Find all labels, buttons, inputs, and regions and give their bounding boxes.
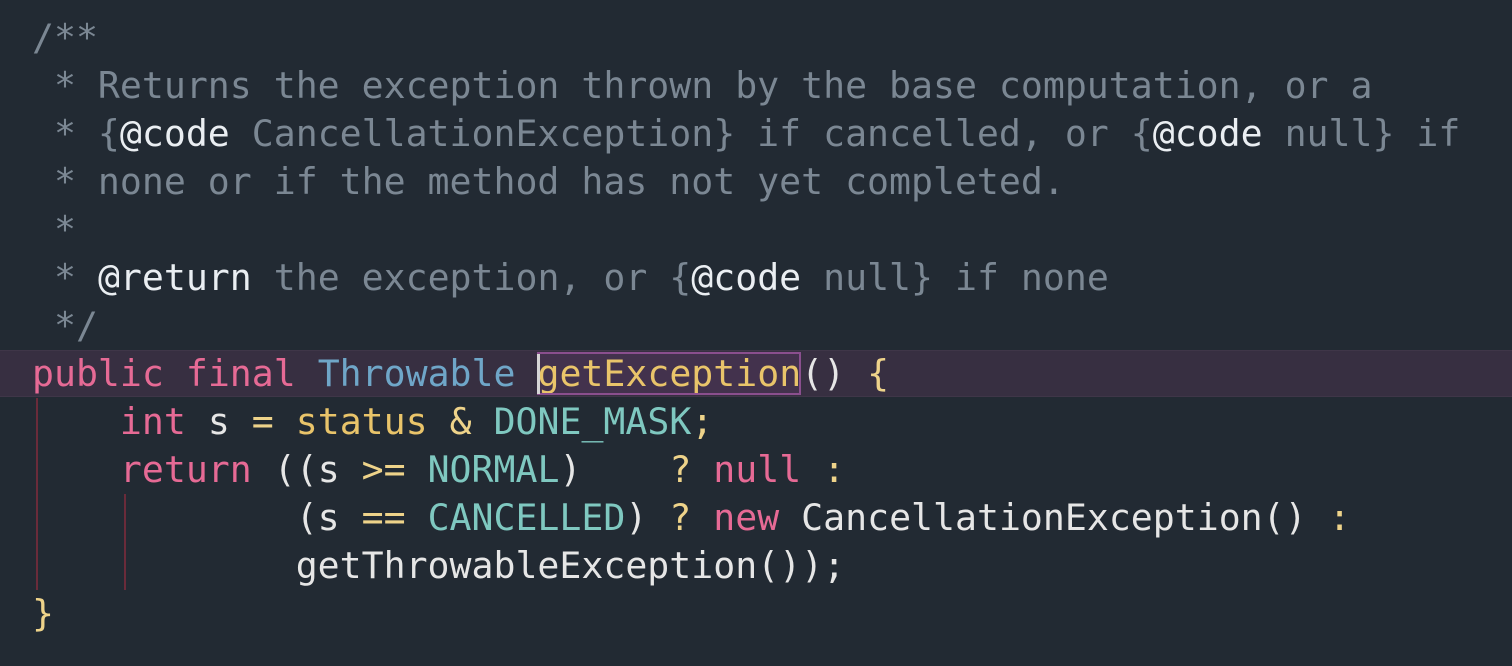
- code-token: /**: [32, 16, 98, 59]
- code-token: null} if: [1262, 112, 1461, 155]
- code-token: ((s: [251, 448, 362, 491]
- code-editor[interactable]: /** * Returns the exception thrown by th…: [0, 0, 1512, 666]
- code-line-current[interactable]: public final Throwable getException() {: [0, 350, 1512, 397]
- code-token: @code: [691, 256, 802, 299]
- highlighted-symbol: getException: [537, 352, 802, 395]
- code-text: * @return the exception, or {@code null}…: [32, 254, 1109, 302]
- code-line[interactable]: * Returns the exception thrown by the ba…: [0, 62, 1512, 110]
- code-token: * Returns the exception thrown by the ba…: [32, 64, 1373, 107]
- code-token: @code: [119, 112, 230, 155]
- indent-guide-outer: [36, 398, 38, 590]
- code-text: }: [32, 590, 54, 638]
- code-token: return: [119, 448, 252, 491]
- code-token: ?: [669, 496, 692, 539]
- code-token: status: [295, 400, 428, 443]
- code-token: final: [185, 352, 296, 395]
- code-token: new: [713, 496, 780, 539]
- code-token: &: [449, 400, 472, 443]
- code-text: return ((s >= NORMAL) ? null :: [32, 446, 845, 494]
- code-token: @code: [1152, 112, 1263, 155]
- code-line[interactable]: (s == CANCELLED) ? new CancellationExcep…: [0, 494, 1512, 542]
- code-line[interactable]: }: [0, 590, 1512, 638]
- code-text: * none or if the method has not yet comp…: [32, 158, 1065, 206]
- code-token: CancellationException(): [779, 496, 1329, 539]
- code-token: @return: [97, 256, 252, 299]
- code-token: ==: [361, 496, 406, 539]
- code-line[interactable]: getThrowableException());: [0, 542, 1512, 590]
- code-token: *: [32, 256, 98, 299]
- code-token: =: [251, 400, 274, 443]
- code-token: */: [32, 304, 98, 347]
- code-token: int: [119, 400, 186, 443]
- code-line[interactable]: /**: [0, 14, 1512, 62]
- code-token: NORMAL: [427, 448, 560, 491]
- code-token: (): [801, 352, 868, 395]
- code-line[interactable]: */: [0, 302, 1512, 350]
- code-token: s: [185, 400, 252, 443]
- code-token: the exception, or {: [251, 256, 692, 299]
- code-token: }: [32, 592, 54, 635]
- code-line[interactable]: int s = status & DONE_MASK;: [0, 398, 1512, 446]
- code-text: * Returns the exception thrown by the ba…: [32, 62, 1373, 110]
- code-token: public: [32, 352, 164, 395]
- code-text: public final Throwable getException() {: [32, 351, 889, 396]
- code-line[interactable]: * @return the exception, or {@code null}…: [0, 254, 1512, 302]
- code-token: :: [1328, 496, 1351, 539]
- code-token: null} if none: [801, 256, 1109, 299]
- code-token: null: [713, 448, 802, 491]
- code-text: int s = status & DONE_MASK;: [32, 398, 713, 446]
- code-token: ;: [691, 400, 714, 443]
- code-token: getThrowableException());: [32, 544, 846, 587]
- indent-guide-inner: [124, 494, 126, 590]
- code-token: (s: [32, 496, 362, 539]
- code-text: /**: [32, 14, 98, 62]
- code-token: *: [32, 208, 76, 251]
- code-token: * {: [32, 112, 120, 155]
- code-text: * {@code CancellationException} if cance…: [32, 110, 1460, 158]
- code-token: DONE_MASK: [493, 400, 692, 443]
- code-token: :: [823, 448, 846, 491]
- code-token: ): [559, 448, 670, 491]
- text-cursor: [537, 353, 541, 394]
- code-token: ?: [669, 448, 692, 491]
- code-text: */: [32, 302, 98, 350]
- code-line[interactable]: *: [0, 206, 1512, 254]
- code-token: Throwable: [317, 352, 516, 395]
- code-token: * none or if the method has not yet comp…: [32, 160, 1065, 203]
- code-line[interactable]: * none or if the method has not yet comp…: [0, 158, 1512, 206]
- code-line[interactable]: return ((s >= NORMAL) ? null :: [0, 446, 1512, 494]
- code-text: *: [32, 206, 76, 254]
- code-token: ): [625, 496, 670, 539]
- code-token: CancellationException} if cancelled, or …: [229, 112, 1153, 155]
- code-token: >=: [361, 448, 406, 491]
- code-line[interactable]: * {@code CancellationException} if cance…: [0, 110, 1512, 158]
- code-text: getThrowableException());: [32, 542, 845, 590]
- code-token: {: [867, 352, 890, 395]
- code-token: CANCELLED: [427, 496, 626, 539]
- code-text: (s == CANCELLED) ? new CancellationExcep…: [32, 494, 1351, 542]
